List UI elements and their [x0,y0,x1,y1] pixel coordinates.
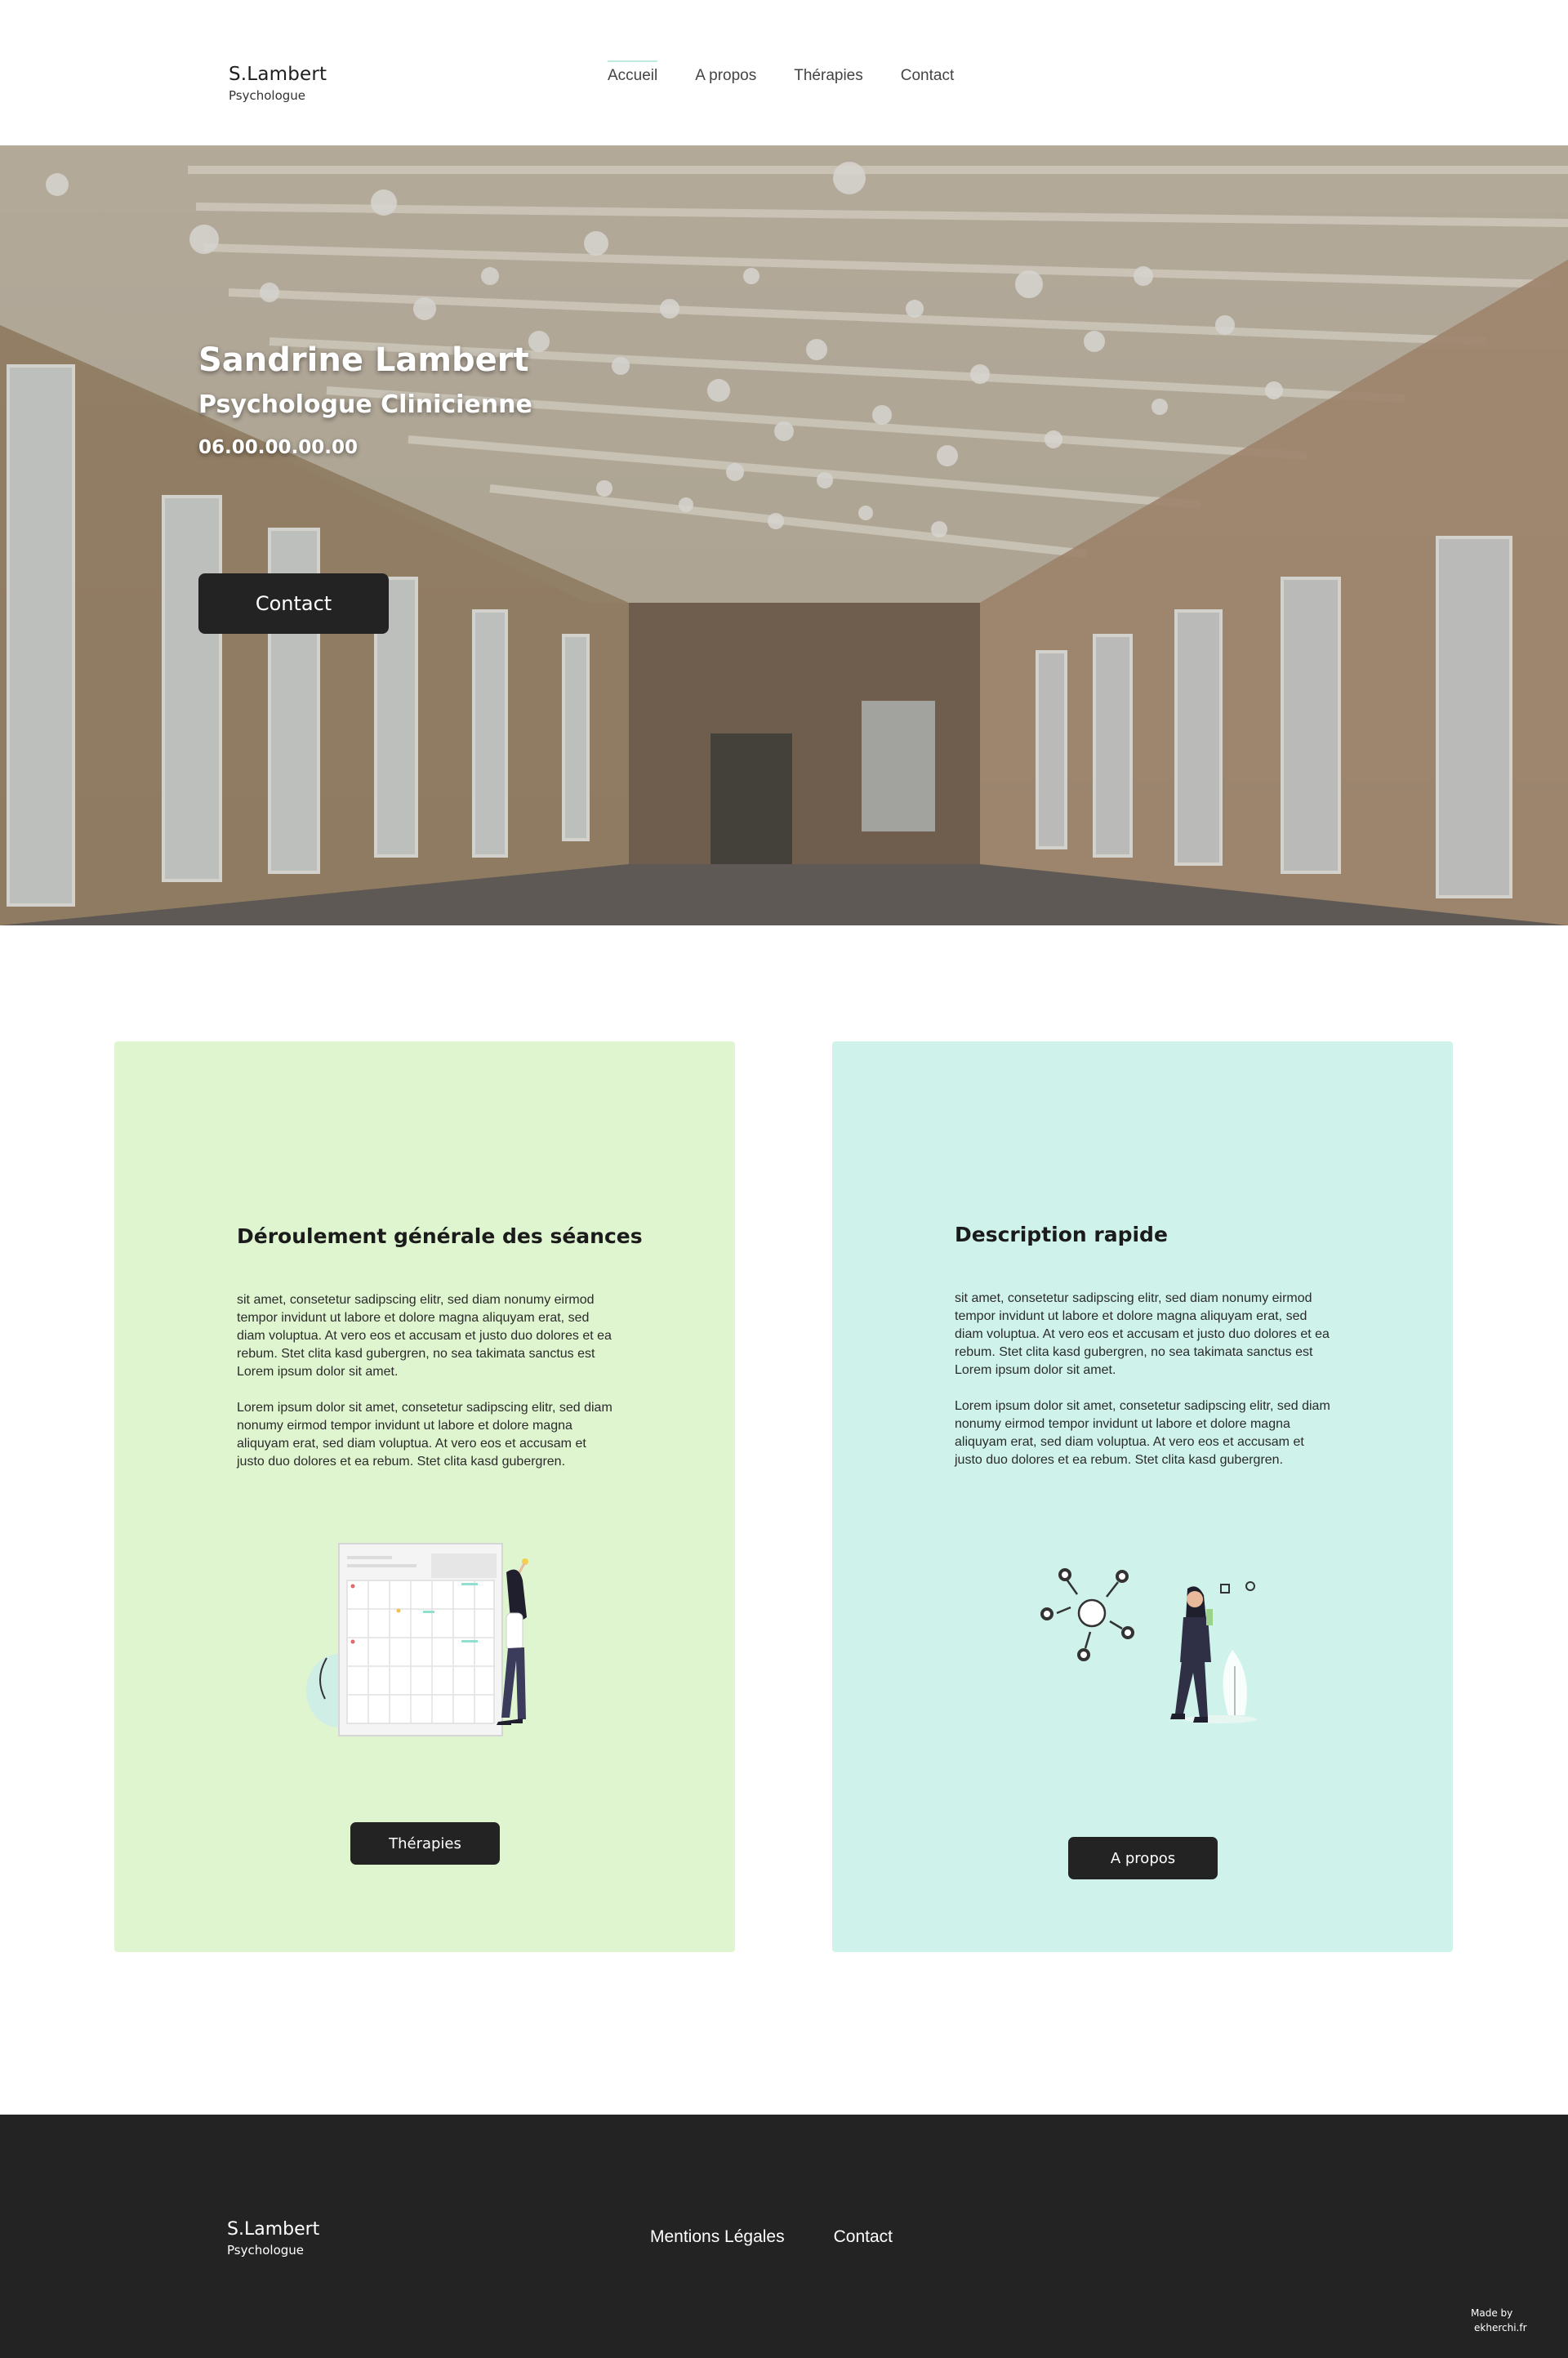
hero-phone[interactable]: 06.00.00.00.00 [198,437,532,458]
site-footer: S.Lambert Psychologue Mentions Légales C… [0,2115,1568,2358]
a-propos-button[interactable]: A propos [1068,1837,1218,1879]
nav-item-a-propos[interactable]: A propos [695,64,756,85]
hero-contact-button[interactable]: Contact [198,573,389,634]
footer-brand[interactable]: S.Lambert Psychologue [227,2219,319,2258]
brand-subtitle: Psychologue [229,88,306,103]
card-paragraph: sit amet, consetetur sadipscing elitr, s… [955,1291,1330,1377]
hero-banner: Sandrine Lambert Psychologue Clinicienne… [0,145,1568,925]
card-seances: Déroulement générale des séances sit ame… [114,1041,735,1952]
footer-links: Mentions Légales Contact [650,2227,942,2247]
brand-name: S.Lambert [229,64,327,85]
hero-text: Sandrine Lambert Psychologue Clinicienne… [198,341,532,458]
therapies-button[interactable]: Thérapies [350,1822,500,1865]
site-header: S.Lambert Psychologue Accueil A propos T… [0,0,1568,145]
card-paragraph: Lorem ipsum dolor sit amet, consetetur s… [237,1401,612,1469]
footer-brand-subtitle: Psychologue [227,2243,305,2258]
made-by-site: ekherchi.fr [1474,2322,1527,2333]
nav-item-contact[interactable]: Contact [901,64,954,85]
nav-item-accueil[interactable]: Accueil [608,60,658,85]
hero-role: Psychologue Clinicienne [198,390,532,419]
card-description: Description rapide sit amet, consetetur … [832,1041,1453,1952]
brand-logo[interactable]: S.Lambert Psychologue [229,64,327,103]
footer-link-mentions-legales[interactable]: Mentions Légales [650,2227,785,2247]
calendar-woman-illustration [306,1543,528,1736]
nav-item-therapies[interactable]: Thérapies [794,64,863,85]
card-title: Description rapide [955,1223,1168,1246]
made-by-label: Made by [1471,2307,1513,2319]
hero-background-image [0,145,1568,925]
card-paragraph: Lorem ipsum dolor sit amet, consetetur s… [955,1399,1330,1467]
footer-link-contact[interactable]: Contact [834,2227,893,2247]
network-woman-illustration [1040,1568,1257,1723]
card-body: sit amet, consetetur sadipscing elitr, s… [237,1291,612,1489]
main-nav: Accueil A propos Thérapies Contact [608,60,991,85]
hero-name: Sandrine Lambert [198,341,529,379]
made-by-credit[interactable]: Made by ekherchi.fr [1471,2306,1527,2335]
card-body: sit amet, consetetur sadipscing elitr, s… [955,1290,1330,1487]
card-paragraph: sit amet, consetetur sadipscing elitr, s… [237,1293,612,1379]
footer-brand-name: S.Lambert [227,2219,320,2240]
card-title: Déroulement générale des séances [237,1224,643,1248]
